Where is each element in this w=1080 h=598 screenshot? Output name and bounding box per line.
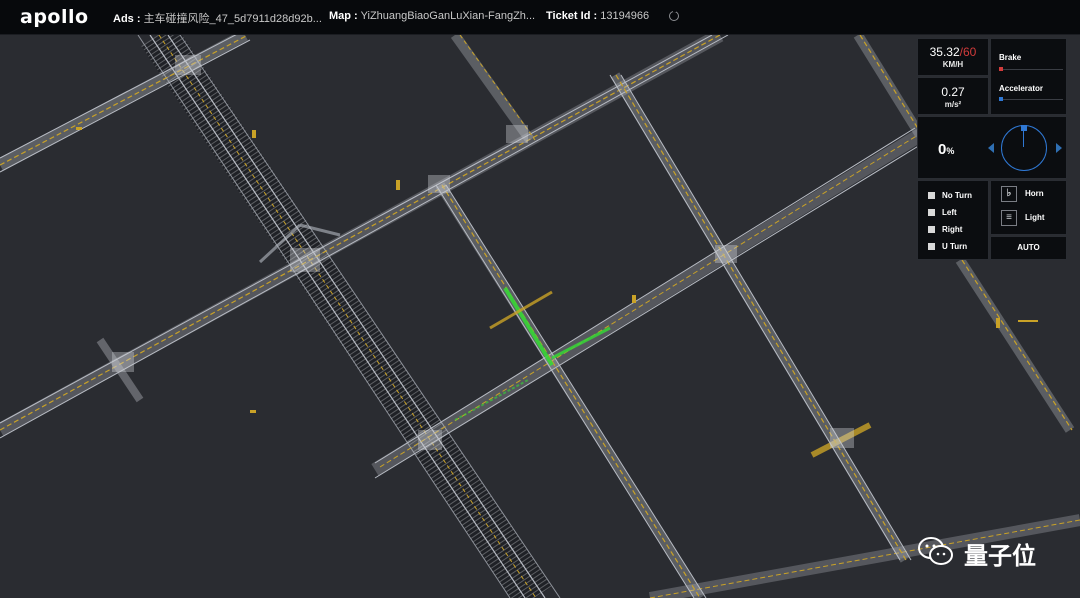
acceleration-panel: 0.27 m/s² [917,77,989,115]
turn-signals-panel: No Turn Left Right U Turn [917,180,989,260]
ads-value[interactable]: 主车碰撞风险_47_5d7911d28d92b... [144,13,322,25]
steer-left-arrow-icon [988,143,994,153]
pedals-panel: Brake Accelerator [990,38,1067,115]
signal-label: No Turn [942,191,973,200]
watermark: 量子位 [918,533,1058,570]
steer-right-arrow-icon [1056,143,1062,153]
ticket-info: Ticket Id : 13194966 [546,10,649,22]
signal-right: Right [928,225,962,234]
speed-value: 35.32 [929,45,960,59]
map-value[interactable]: YiZhuangBiaoGanLuXian-FangZh... [361,10,535,22]
horn-indicator: ♭ Horn [1001,186,1044,202]
apollo-logo: apollo [20,6,89,28]
signal-label: Left [942,208,957,217]
reset-icon[interactable] [669,9,679,21]
acceleration-value: 0.27 [941,85,965,99]
brake-level [999,67,1003,71]
map-label: Map : [329,10,358,22]
wechat-icon [918,537,953,565]
signal-indicator [928,192,935,199]
steering-wheel-icon [1001,125,1047,171]
map-info: Map : YiZhuangBiaoGanLuXian-FangZh... [329,10,535,22]
ads-label: Ads : [113,13,141,25]
horn-light-panel: ♭ Horn ≡ Light [990,180,1067,235]
signal-indicator [928,209,935,216]
steering-panel: 0% [917,116,1067,179]
accelerator-level [999,97,1003,101]
speed-readout: 35.32/60 [918,45,988,59]
driving-mode: AUTO [990,236,1067,260]
steering-knob [1021,125,1027,131]
brake-label: Brake [999,53,1022,62]
brake-bar [999,67,1063,71]
speed-limit: 60 [963,45,977,59]
signal-indicator [928,226,935,233]
signal-u-turn: U Turn [928,242,967,251]
road-vertical-a [450,35,536,143]
ticket-label: Ticket Id : [546,10,598,22]
horn-icon: ♭ [1001,186,1017,202]
watermark-text: 量子位 [964,542,1036,570]
signal-left: Left [928,208,957,217]
signal-label: Right [942,225,963,234]
speed-panel: 35.32/60 KM/H [917,38,989,76]
acceleration-unit: m/s² [944,100,962,109]
speed-unit: KM/H [942,60,964,69]
top-bar: apollo Ads : 主车碰撞风险_47_5d7911d28d92b... … [0,0,1080,35]
ads-info: Ads : 主车碰撞风险_47_5d7911d28d92b... [113,10,322,26]
headlight-icon: ≡ [1001,210,1017,226]
horn-label: Horn [1025,189,1044,199]
accelerator-bar [999,97,1063,101]
road-vertical-c [609,72,912,563]
signal-no-turn: No Turn [928,191,972,200]
steering-stem [1023,130,1024,147]
light-indicator: ≡ Light [1001,210,1045,226]
light-label: Light [1025,213,1045,223]
steering-unit: % [946,146,955,156]
signal-label: U Turn [942,242,968,251]
road-diagonal-4 [648,422,1080,598]
accelerator-label: Accelerator [999,84,1044,93]
steering-percent-readout: 0% [938,141,954,158]
signal-indicator [928,243,935,250]
vehicle-dashboard: 35.32/60 KM/H 0.27 m/s² Brake Accelerato… [917,38,1067,260]
ticket-value: 13194966 [600,10,650,22]
